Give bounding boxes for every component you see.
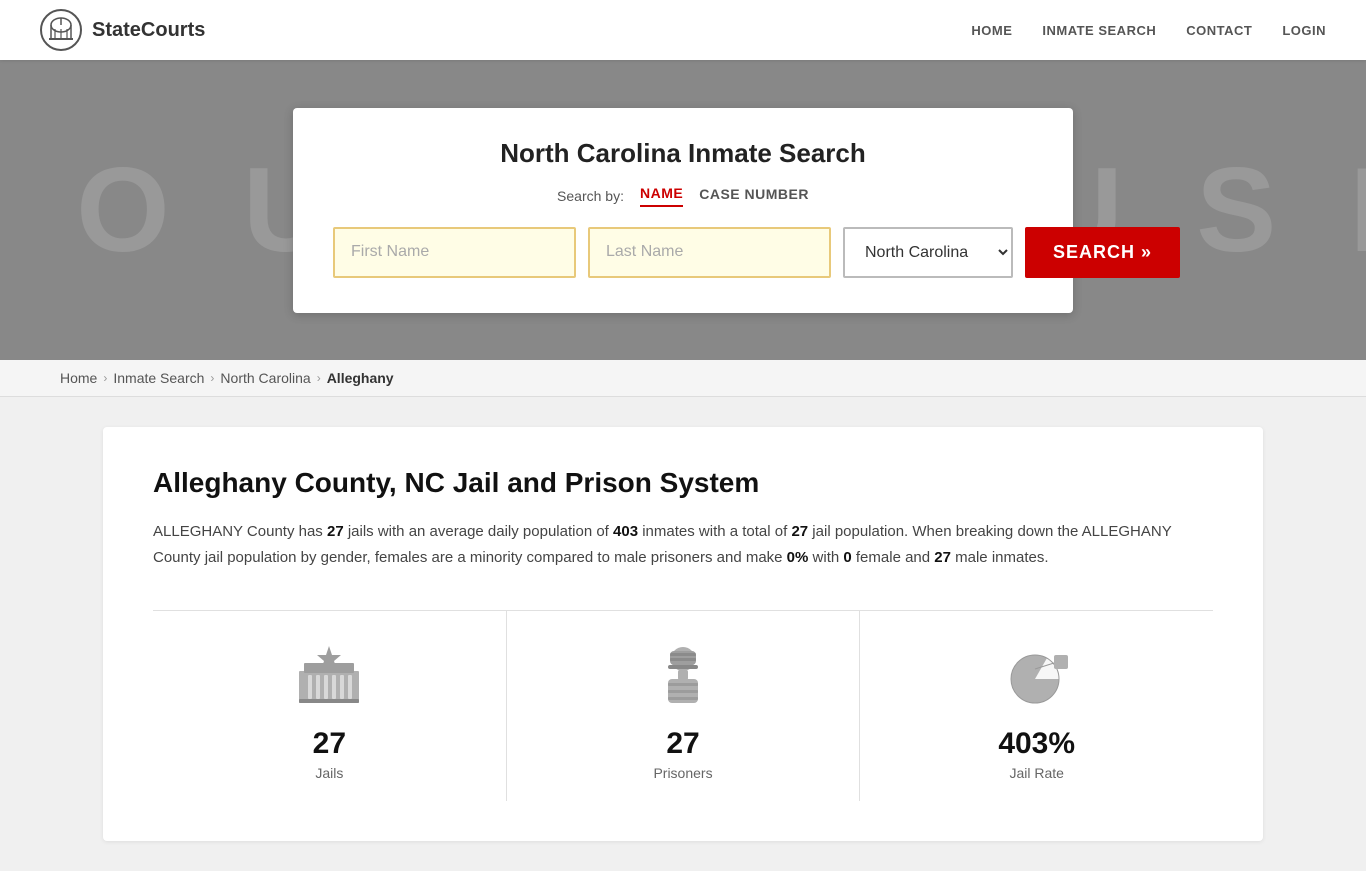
search-by-label: Search by: xyxy=(557,188,624,204)
desc-1: ALLEGHANY County has xyxy=(153,523,327,540)
stat-jails: 27 Jails xyxy=(153,611,507,801)
main-content: Alleghany County, NC Jail and Prison Sys… xyxy=(103,427,1263,841)
search-panel: North Carolina Inmate Search Search by: … xyxy=(293,108,1073,313)
first-name-input[interactable] xyxy=(333,227,576,278)
nav-inmate-search[interactable]: INMATE SEARCH xyxy=(1042,23,1156,38)
jails-count: 27 xyxy=(327,523,344,540)
prisoner-icon xyxy=(648,641,718,711)
search-fields: North Carolina Alabama Alaska Arizona Ar… xyxy=(333,227,1033,278)
county-title: Alleghany County, NC Jail and Prison Sys… xyxy=(153,467,1213,499)
stats-row: 27 Jails 27 xyxy=(153,610,1213,801)
stat-jail-rate: 403% Jail Rate xyxy=(860,611,1213,801)
jail-rate-stat-number: 403% xyxy=(998,727,1075,761)
search-by-row: Search by: NAME CASE NUMBER xyxy=(333,185,1033,207)
breadcrumb-home[interactable]: Home xyxy=(60,370,97,386)
male-count: 27 xyxy=(934,549,951,566)
pie-chart-icon xyxy=(1002,641,1072,711)
jail-rate-stat-label: Jail Rate xyxy=(1009,765,1063,781)
breadcrumb-current: Alleghany xyxy=(327,370,394,386)
hero-section: C O U R T H O U S E North Carolina Inmat… xyxy=(0,60,1366,360)
prisoners-stat-label: Prisoners xyxy=(653,765,712,781)
logo-icon xyxy=(40,9,82,51)
tab-case-number[interactable]: CASE NUMBER xyxy=(699,186,809,206)
tab-name[interactable]: NAME xyxy=(640,185,683,207)
female-count: 0 xyxy=(843,549,851,566)
jails-stat-number: 27 xyxy=(313,727,346,761)
page-title: North Carolina Inmate Search xyxy=(333,138,1033,169)
breadcrumb-sep-3: › xyxy=(317,371,321,385)
desc-7: male inmates. xyxy=(951,549,1049,566)
female-pct: 0% xyxy=(787,549,809,566)
breadcrumb-sep-1: › xyxy=(103,371,107,385)
breadcrumb-inmate-search[interactable]: Inmate Search xyxy=(113,370,204,386)
desc-5: with xyxy=(808,549,843,566)
jails-stat-label: Jails xyxy=(315,765,343,781)
desc-6: female and xyxy=(852,549,935,566)
nav-home[interactable]: HOME xyxy=(971,23,1012,38)
total-jail-pop: 27 xyxy=(791,523,808,540)
desc-3: inmates with a total of xyxy=(638,523,791,540)
state-select[interactable]: North Carolina Alabama Alaska Arizona Ar… xyxy=(843,227,1013,278)
nav-login[interactable]: LOGIN xyxy=(1282,23,1326,38)
logo[interactable]: StateCourts xyxy=(40,9,205,51)
jail-icon xyxy=(294,641,364,711)
county-description: ALLEGHANY County has 27 jails with an av… xyxy=(153,519,1213,570)
main-nav: HOME INMATE SEARCH CONTACT LOGIN xyxy=(971,23,1326,38)
breadcrumb: Home › Inmate Search › North Carolina › … xyxy=(0,360,1366,397)
logo-text: StateCourts xyxy=(92,19,205,42)
last-name-input[interactable] xyxy=(588,227,831,278)
search-button[interactable]: SEARCH » xyxy=(1025,227,1180,278)
prisoners-stat-number: 27 xyxy=(666,727,699,761)
breadcrumb-state[interactable]: North Carolina xyxy=(220,370,310,386)
breadcrumb-sep-2: › xyxy=(210,371,214,385)
header: StateCourts HOME INMATE SEARCH CONTACT L… xyxy=(0,0,1366,60)
desc-2: jails with an average daily population o… xyxy=(344,523,613,540)
avg-population: 403 xyxy=(613,523,638,540)
nav-contact[interactable]: CONTACT xyxy=(1186,23,1252,38)
stat-prisoners: 27 Prisoners xyxy=(507,611,861,801)
